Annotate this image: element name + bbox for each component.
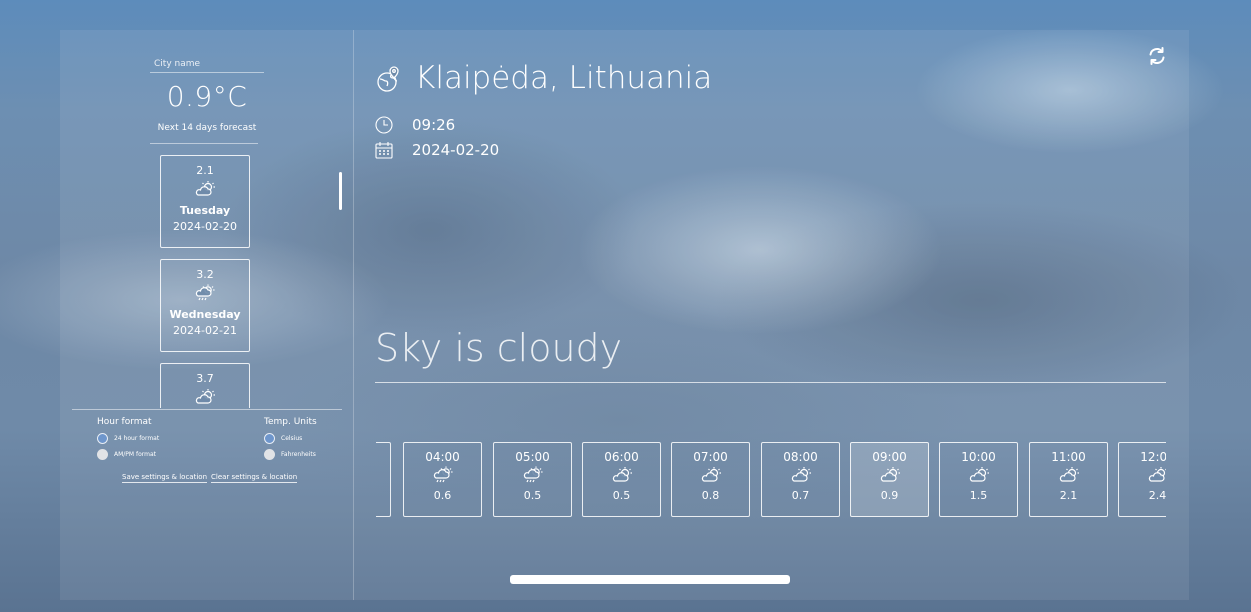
day-name: Wednesday — [169, 308, 241, 321]
hour-temp: 1.5 — [969, 489, 988, 502]
hour-format-title: Hour format — [97, 417, 152, 427]
hour-time: 07:00 — [693, 450, 728, 464]
radio-button[interactable] — [97, 433, 108, 444]
hour-format-option-24h[interactable]: 24 hour format — [97, 433, 159, 444]
hour-temp: 0.5 — [612, 489, 631, 502]
partly-cloudy-icon — [1119, 466, 1166, 484]
city-name-label: City name — [154, 59, 201, 69]
cloud-rain-sun-icon — [404, 466, 481, 484]
day-name: Tuesday — [179, 204, 231, 217]
save-settings-button[interactable]: Save settings & location — [122, 473, 208, 483]
hour-temp: 0.7 — [791, 489, 810, 502]
radio-button[interactable] — [97, 449, 108, 460]
hour-card[interactable]: 11:00 2.1 — [1029, 442, 1108, 517]
clock-icon — [375, 116, 393, 138]
calendar-icon — [375, 141, 393, 163]
hour-temp: 0.6 — [433, 489, 452, 502]
cloud-rain-sun-icon — [161, 284, 249, 302]
partly-cloudy-icon — [940, 466, 1017, 484]
temp-units-title: Temp. Units — [264, 417, 317, 427]
hour-card[interactable]: 12:00 2.4 — [1118, 442, 1166, 517]
hour-time: 05:00 — [515, 450, 550, 464]
clear-settings-button[interactable]: Clear settings & location — [211, 473, 298, 483]
day-card[interactable]: 3.7 — [160, 363, 250, 408]
day-temp: 3.2 — [196, 268, 214, 281]
hourly-forecast-strip[interactable]: 04:00 0.6 05:00 0.5 06:00 0.5 07:00 0.8 … — [376, 442, 1166, 518]
hour-temp: 2.1 — [1059, 489, 1078, 502]
hour-card[interactable]: 08:00 0.7 — [761, 442, 840, 517]
hour-card[interactable]: 07:00 0.8 — [671, 442, 750, 517]
hour-card[interactable]: 05:00 0.5 — [493, 442, 572, 517]
divider — [72, 409, 342, 410]
hour-temp: 0.8 — [701, 489, 720, 502]
option-label: Celsius — [281, 435, 303, 442]
option-label: Fahrenheits — [281, 451, 316, 458]
current-temperature: 0.9°C — [166, 80, 248, 113]
day-card[interactable]: 2.1 Tuesday 2024-02-20 — [160, 155, 250, 248]
divider — [150, 143, 258, 144]
divider — [375, 382, 1166, 383]
hour-temp: 2.4 — [1148, 489, 1166, 502]
hour-card[interactable]: 10:00 1.5 — [939, 442, 1018, 517]
forecast-label: Next 14 days forecast — [157, 123, 257, 133]
local-time: 09:26 — [412, 116, 456, 134]
hour-temp: 0.9 — [880, 489, 899, 502]
sidebar: City name 0.9°C Next 14 days forecast 2.… — [60, 30, 354, 600]
partly-cloudy-icon — [762, 466, 839, 484]
local-date: 2024-02-20 — [412, 141, 500, 159]
day-temp: 2.1 — [196, 164, 214, 177]
hour-card-current[interactable]: 09:00 0.9 — [850, 442, 929, 517]
partly-cloudy-icon — [583, 466, 660, 484]
hour-card[interactable]: 06:00 0.5 — [582, 442, 661, 517]
weather-condition: Sky is cloudy — [375, 326, 623, 370]
hour-time: 10:00 — [961, 450, 996, 464]
day-date: 2024-02-20 — [173, 220, 237, 233]
hour-time: 09:00 — [872, 450, 907, 464]
hour-time: 11:00 — [1051, 450, 1086, 464]
hour-card[interactable] — [376, 442, 391, 517]
partly-cloudy-icon — [672, 466, 749, 484]
day-date: 2024-02-21 — [173, 324, 237, 337]
partly-cloudy-icon — [161, 388, 249, 406]
refresh-icon[interactable] — [1147, 46, 1167, 66]
globe-pin-icon — [375, 66, 401, 98]
hour-card[interactable]: 04:00 0.6 — [403, 442, 482, 517]
location-title: Klaipėda, Lithuania — [415, 60, 713, 96]
day-temp: 3.7 — [196, 372, 214, 385]
option-label: AM/PM format — [114, 451, 157, 458]
partly-cloudy-icon — [161, 180, 249, 198]
hour-time: 04:00 — [425, 450, 460, 464]
hour-time: 06:00 — [604, 450, 639, 464]
hour-temp: 0.5 — [523, 489, 542, 502]
radio-button[interactable] — [264, 433, 275, 444]
hour-time: 12:00 — [1140, 450, 1166, 464]
main-content: Klaipėda, Lithuania 09:26 2024-02-20 Sky… — [353, 30, 1189, 600]
city-name-field-underline[interactable] — [150, 72, 264, 73]
hour-time: 08:00 — [783, 450, 818, 464]
partly-cloudy-icon — [851, 466, 928, 484]
cloud-rain-sun-icon — [494, 466, 571, 484]
radio-button[interactable] — [264, 449, 275, 460]
hourly-scrollbar[interactable] — [510, 575, 790, 584]
temp-unit-option-celsius[interactable]: Celsius — [264, 433, 302, 444]
temp-unit-option-fahrenheit[interactable]: Fahrenheits — [264, 449, 316, 460]
sidebar-scrollbar[interactable] — [339, 172, 342, 210]
option-label: 24 hour format — [114, 435, 160, 442]
partly-cloudy-icon — [1030, 466, 1107, 484]
day-card[interactable]: 3.2 Wednesday 2024-02-21 — [160, 259, 250, 352]
day-forecast-list[interactable]: 2.1 Tuesday 2024-02-20 3.2 Wednesday 202… — [60, 153, 353, 408]
hour-format-option-ampm[interactable]: AM/PM format — [97, 449, 156, 460]
